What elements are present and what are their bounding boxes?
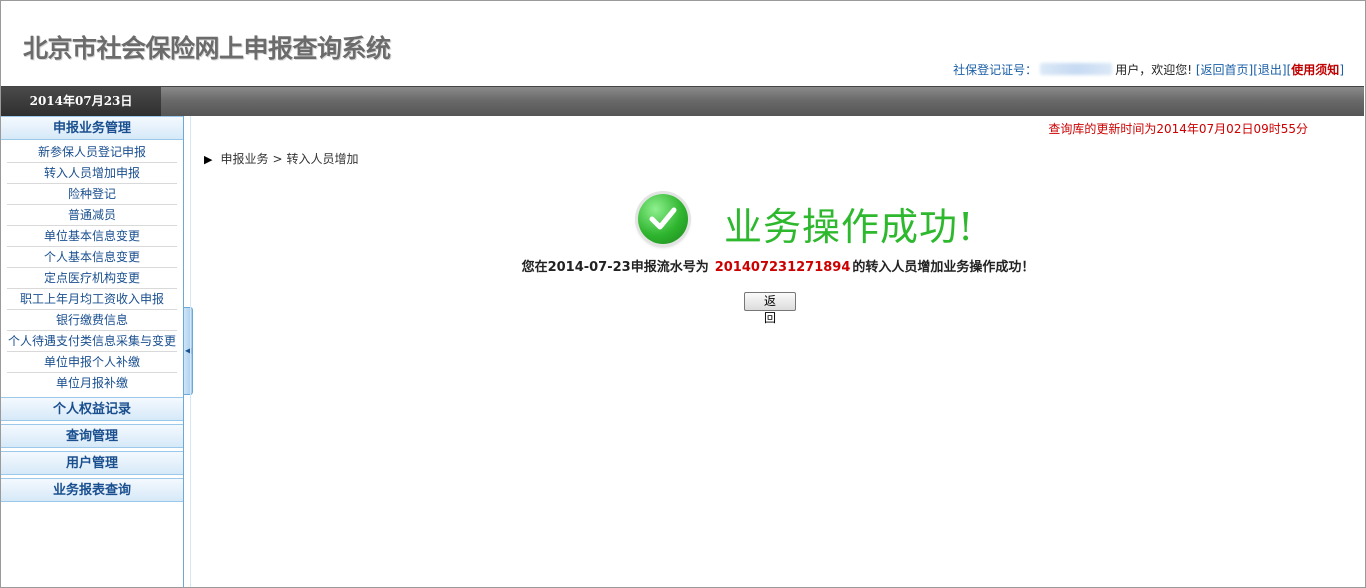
reg-number-blurred bbox=[1040, 63, 1113, 75]
logout-link[interactable]: 退出 bbox=[1258, 63, 1282, 77]
success-detail: 您在2014-07-23申报流水号为 201407231271894 的转入人员增加… bbox=[192, 256, 1364, 275]
menu-item-insurance-register[interactable]: 险种登记 bbox=[7, 184, 177, 205]
breadcrumb-root: 申报业务 bbox=[220, 152, 269, 166]
section-personal-rights[interactable]: 个人权益记录 bbox=[1, 397, 183, 421]
user-bar: 社保登记证号： 用户，欢迎您! [返回首页][退出][使用须知] bbox=[953, 61, 1344, 78]
menu-item-bank-payment[interactable]: 银行缴费信息 bbox=[7, 310, 177, 331]
current-date: 2014年07月23日 bbox=[1, 87, 161, 116]
menu-item-transfer-in[interactable]: 转入人员增加申报 bbox=[7, 163, 177, 184]
sidebar: 申报业务管理 新参保人员登记申报 转入人员增加申报 险种登记 普通减员 单位基本… bbox=[1, 116, 184, 587]
divider bbox=[190, 116, 191, 587]
menu-item-benefit-payment-info[interactable]: 个人待遇支付类信息采集与变更 bbox=[7, 331, 177, 352]
bracket: ] bbox=[1339, 63, 1344, 77]
breadcrumb: ▶ 申报业务 > 转入人员增加 bbox=[204, 150, 359, 167]
menu-item-personal-back-payment[interactable]: 单位申报个人补缴 bbox=[7, 352, 177, 373]
reg-number-label: 社保登记证号： bbox=[953, 63, 1038, 77]
success-title: 业务操作成功! bbox=[724, 205, 975, 249]
home-link[interactable]: 返回首页 bbox=[1201, 63, 1249, 77]
section-business-reports[interactable]: 业务报表查询 bbox=[1, 478, 183, 502]
declaration-menu: 新参保人员登记申报 转入人员增加申报 险种登记 普通减员 单位基本信息变更 个人… bbox=[1, 140, 183, 394]
menu-item-unit-info-change[interactable]: 单位基本信息变更 bbox=[7, 226, 177, 247]
menu-item-new-insured[interactable]: 新参保人员登记申报 bbox=[7, 142, 177, 163]
page-header: 北京市社会保险网上申报查询系统 社保登记证号： 用户，欢迎您! [返回首页][退出… bbox=[1, 1, 1364, 86]
update-time: 查询库的更新时间为2014年07月02日09时55分 bbox=[1048, 122, 1308, 136]
menu-item-medical-institution-change[interactable]: 定点医疗机构变更 bbox=[7, 268, 177, 289]
detail-suffix: 的转入人员增加业务操作成功！ bbox=[852, 260, 1035, 275]
welcome-text: 用户，欢迎您! bbox=[1115, 63, 1192, 77]
checkmark-icon bbox=[638, 194, 688, 244]
play-triangle-icon: ▶ bbox=[204, 153, 213, 166]
main-content: 查询库的更新时间为2014年07月02日09时55分 ▶ 申报业务 > 转入人员增加 … bbox=[192, 116, 1364, 587]
breadcrumb-separator: > bbox=[272, 152, 283, 166]
section-user-management[interactable]: 用户管理 bbox=[1, 451, 183, 475]
date-bar: 2014年07月23日 bbox=[1, 86, 1364, 116]
section-query-management[interactable]: 查询管理 bbox=[1, 424, 183, 448]
notice-link[interactable]: 使用须知 bbox=[1291, 63, 1339, 77]
menu-item-monthly-back-payment[interactable]: 单位月报补缴 bbox=[7, 373, 177, 394]
serial-number: 201407231271894 bbox=[714, 260, 851, 275]
menu-item-salary-declaration[interactable]: 职工上年月均工资收入申报 bbox=[7, 289, 177, 310]
back-button[interactable]: 返 回 bbox=[744, 292, 796, 325]
menu-item-personal-info-change[interactable]: 个人基本信息变更 bbox=[7, 247, 177, 268]
menu-item-normal-reduction[interactable]: 普通减员 bbox=[7, 205, 177, 226]
system-title: 北京市社会保险网上申报查询系统 bbox=[23, 34, 391, 63]
section-declaration-management[interactable]: 申报业务管理 bbox=[1, 116, 183, 140]
detail-prefix: 您在2014-07-23申报流水号为 bbox=[521, 260, 709, 275]
breadcrumb-current: 转入人员增加 bbox=[286, 152, 359, 166]
